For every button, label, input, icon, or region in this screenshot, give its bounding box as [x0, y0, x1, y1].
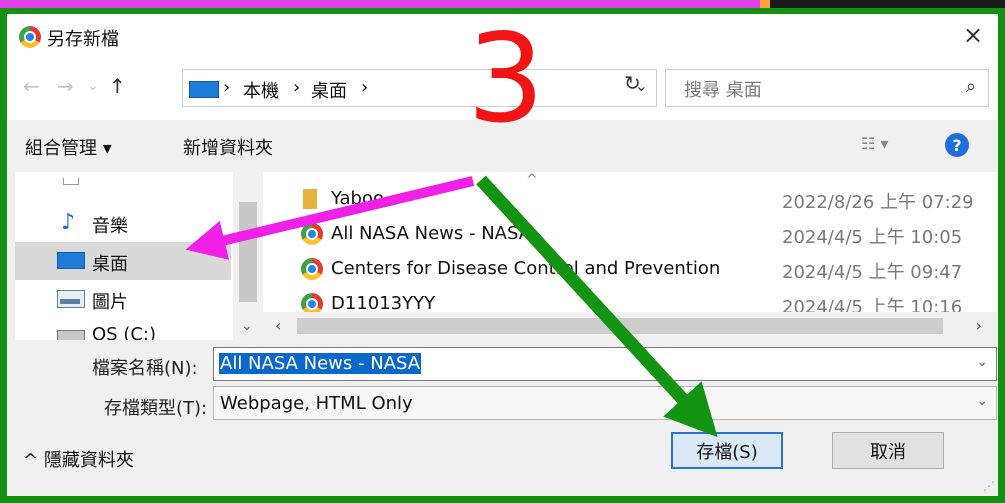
breadcrumb-this-pc[interactable]: 本機 — [243, 77, 279, 103]
hide-folders-toggle[interactable]: ^ 隱藏資料夾 — [23, 446, 134, 472]
recent-locations-chevron-icon[interactable]: ⌄ — [87, 78, 99, 94]
file-name: All NASA News - NASA — [331, 223, 532, 244]
file-date: 2022/8/26 上午 07:29 — [782, 192, 974, 213]
step-number: 3 — [467, 8, 545, 150]
cancel-button[interactable]: 取消 — [832, 432, 944, 469]
file-row[interactable]: Centers for Disease Control and Preventi… — [263, 252, 998, 286]
breadcrumb-separator: › — [361, 77, 369, 98]
chevron-down-icon[interactable]: ⌄ — [976, 354, 988, 370]
breadcrumb-separator: › — [223, 77, 231, 98]
file-date: 2024/4/5 上午 10:05 — [782, 227, 963, 248]
sidebar-item-label: 桌面 — [92, 254, 128, 275]
partial-item-icon — [63, 178, 79, 185]
help-icon[interactable]: ? — [945, 133, 969, 157]
filename-input[interactable]: All NASA News - NASA ⌄ — [213, 347, 997, 381]
organize-menu[interactable]: 組合管理 ▾ — [25, 134, 112, 160]
resize-grip-icon[interactable]: ⋰ — [983, 479, 995, 493]
sidebar-scrollbar[interactable]: ⌄ — [233, 172, 263, 340]
magenta-strip — [0, 0, 760, 8]
view-options-icon[interactable]: ☷ ▾ — [861, 134, 888, 153]
file-name: D11013YYY — [331, 293, 436, 314]
folder-icon — [303, 189, 317, 209]
sidebar-item-pictures[interactable]: 圖片 — [15, 280, 231, 318]
drive-icon — [57, 330, 85, 340]
file-name: Yaboo — [331, 188, 384, 209]
file-list: ^ Yaboo 2022/8/26 上午 07:29 All NASA News… — [263, 172, 998, 340]
forward-arrow-icon[interactable]: → — [57, 74, 74, 98]
sidebar-item-os-c[interactable]: OS (C:) — [15, 316, 231, 340]
file-date: 2024/4/5 上午 09:47 — [782, 262, 963, 283]
chrome-app-icon — [19, 26, 41, 48]
navigation-pane: ♪ 音樂 桌面 圖片 OS (C:) ⌄ — [15, 172, 263, 340]
address-bar[interactable]: › 本機 › 桌面 › ⌄ — [182, 69, 657, 107]
sidebar-scroll-thumb[interactable] — [239, 202, 257, 302]
file-row[interactable]: All NASA News - NASA 2024/4/5 上午 10:05 — [263, 217, 998, 251]
back-arrow-icon[interactable]: ← — [23, 74, 40, 98]
pictures-icon — [57, 290, 85, 308]
refresh-icon[interactable]: ↻ — [624, 71, 641, 95]
sidebar-item-label: OS (C:) — [92, 324, 156, 340]
orange-strip — [760, 0, 770, 8]
music-note-icon: ♪ — [61, 210, 76, 235]
new-folder-button[interactable]: 新增資料夾 — [183, 134, 273, 160]
sidebar-item-label: 音樂 — [92, 216, 128, 237]
up-arrow-icon[interactable]: ↑ — [109, 74, 126, 98]
file-name: Centers for Disease Control and Preventi… — [331, 258, 721, 279]
filetype-select[interactable]: Webpage, HTML Only ⌄ — [213, 386, 997, 420]
scroll-down-arrow-icon[interactable]: ⌄ — [241, 318, 253, 334]
breadcrumb-desktop[interactable]: 桌面 — [311, 77, 347, 103]
scroll-left-arrow-icon[interactable]: ‹ — [275, 316, 281, 335]
scroll-right-arrow-icon[interactable]: › — [976, 316, 982, 335]
filename-label: 檔案名稱(N): — [92, 358, 198, 379]
sidebar-item-label: 圖片 — [92, 292, 128, 313]
search-box[interactable]: 搜尋 桌面 ⌕ — [665, 69, 989, 107]
chevron-up-icon: ^ — [23, 450, 39, 471]
desktop-icon — [57, 252, 85, 269]
chrome-icon — [301, 258, 323, 280]
chevron-down-icon[interactable]: ⌄ — [976, 393, 988, 409]
pc-icon — [189, 81, 219, 98]
filename-value: All NASA News - NASA — [219, 353, 422, 374]
filetype-value: Webpage, HTML Only — [220, 393, 413, 414]
breadcrumb-separator: › — [293, 77, 301, 98]
search-placeholder: 搜尋 桌面 — [684, 80, 762, 101]
filetype-label: 存檔類型(T): — [104, 398, 208, 419]
horizontal-scrollbar[interactable]: ‹ › — [263, 312, 998, 340]
close-button[interactable]: × — [956, 18, 990, 52]
sidebar-item-music[interactable]: ♪ 音樂 — [15, 204, 231, 242]
save-button[interactable]: 存檔(S) — [671, 432, 783, 469]
sidebar-item-desktop[interactable]: 桌面 — [15, 242, 231, 280]
background-strip — [0, 0, 1005, 8]
hide-folders-label: 隱藏資料夾 — [43, 450, 134, 471]
dialog-title: 另存新檔 — [47, 29, 119, 50]
horizontal-scroll-thumb[interactable] — [297, 318, 943, 334]
file-row[interactable]: Yaboo 2022/8/26 上午 07:29 — [263, 182, 998, 216]
search-icon: ⌕ — [965, 76, 976, 97]
chrome-icon — [301, 223, 323, 245]
